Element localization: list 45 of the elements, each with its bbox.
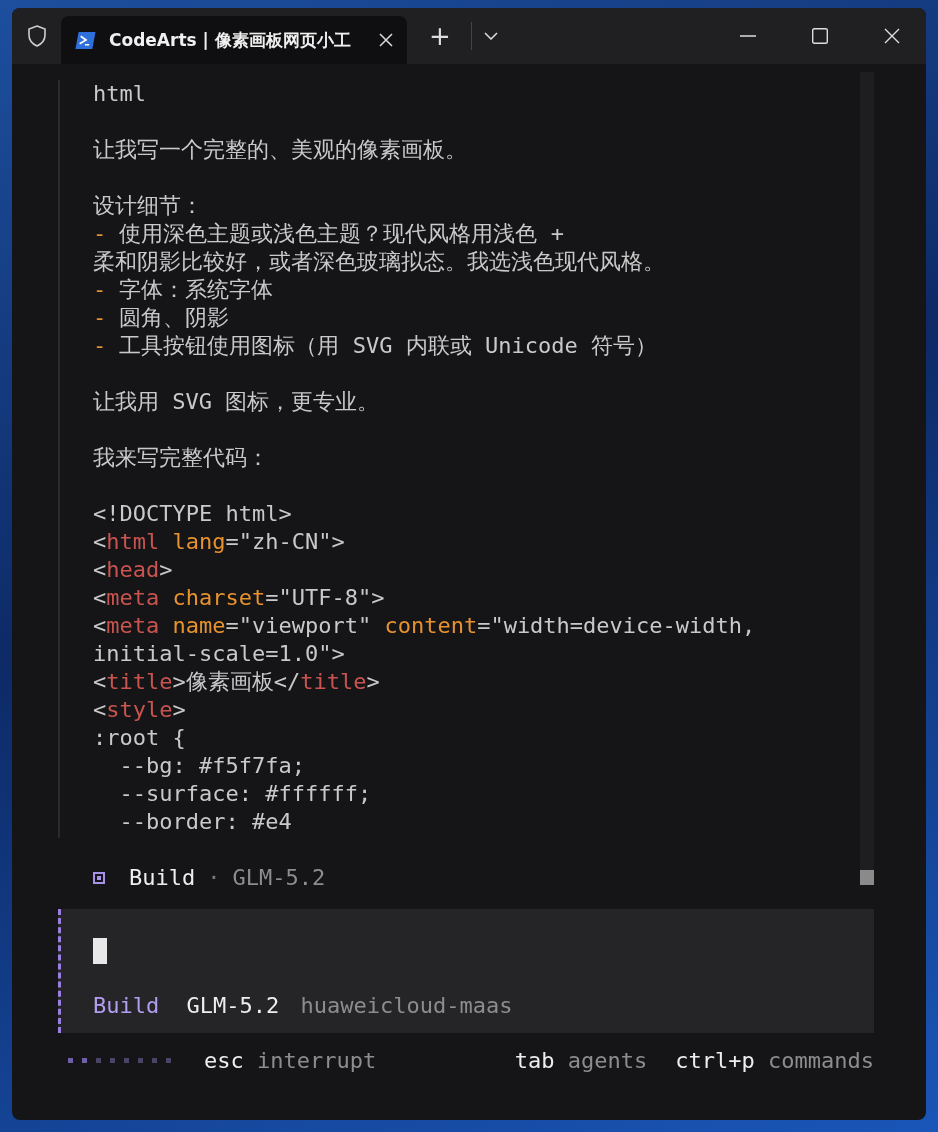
terminal-tab[interactable]: CodeArts | 像素画板网页小工 xyxy=(61,16,407,64)
model-label: GLM-5.2 xyxy=(186,993,280,1018)
scrollbar[interactable] xyxy=(860,72,874,885)
shortcut-hint: esc interrupt xyxy=(204,1047,377,1075)
code-line: <style> xyxy=(93,696,187,724)
model-label: GLM-5.2 xyxy=(232,864,326,892)
terminal-prompt-icon xyxy=(75,30,97,50)
new-tab-button[interactable]: + xyxy=(421,23,459,49)
text-cursor xyxy=(93,938,107,964)
code-line: <title>像素画板</title> xyxy=(93,668,381,696)
shortcut-hint: ctrl+p commands xyxy=(675,1047,874,1075)
message-line: 设计细节： xyxy=(93,192,204,220)
close-icon[interactable] xyxy=(379,33,393,47)
code-line: --bg: #f5f7fa; xyxy=(118,752,306,780)
provider-label: huaweicloud-maas xyxy=(300,993,513,1018)
message-line: 我来写完整代码： xyxy=(93,444,270,472)
message-line: 让我用 SVG 图标，更专业。 xyxy=(93,388,381,416)
message-line: html xyxy=(93,80,147,108)
code-line: initial-scale=1.0"> xyxy=(93,640,346,668)
shortcut-hint: tab agents xyxy=(514,1047,648,1075)
message-line: 让我写一个完整的、美观的像素画板。 xyxy=(93,136,468,164)
code-line: <html lang="zh-CN"> xyxy=(93,528,346,556)
close-window-icon[interactable] xyxy=(884,28,900,44)
tab-title: CodeArts | 像素画板网页小工 xyxy=(109,28,352,52)
chevron-down-icon[interactable] xyxy=(483,32,498,40)
code-line: <!DOCTYPE html> xyxy=(93,500,293,528)
scrollbar-thumb[interactable] xyxy=(860,870,874,885)
code-line: :root { xyxy=(93,724,187,752)
message-line: - 字体：系统字体 xyxy=(93,276,275,304)
message-line: 柔和阴影比较好，或者深色玻璃拟态。我选浅色现代风格。 xyxy=(93,248,666,276)
code-line: --border: #e4 xyxy=(118,808,293,836)
prompt-input[interactable]: Build GLM-5.2 huaweicloud-maas xyxy=(58,909,874,1033)
square-icon xyxy=(93,872,105,884)
agent-label: Build xyxy=(129,864,196,892)
message-line: - 圆角、阴影 xyxy=(93,304,231,332)
code-line: <meta charset="UTF-8"> xyxy=(93,584,386,612)
code-line: <head> xyxy=(93,556,174,584)
code-line: <meta name="viewport" content="width=device-width, xyxy=(93,612,757,640)
message-line: - 工具按钮使用图标（用 SVG 内联或 Unicode 符号） xyxy=(93,332,658,360)
separator-dot: · xyxy=(207,864,221,892)
maximize-icon[interactable] xyxy=(812,28,828,44)
message-line: - 使用深色主题或浅色主题？现代风格用浅色 + xyxy=(93,220,565,248)
agent-mode-label: Build xyxy=(93,993,160,1018)
shield-icon[interactable] xyxy=(25,24,49,48)
code-line: --surface: #ffffff; xyxy=(118,780,373,808)
